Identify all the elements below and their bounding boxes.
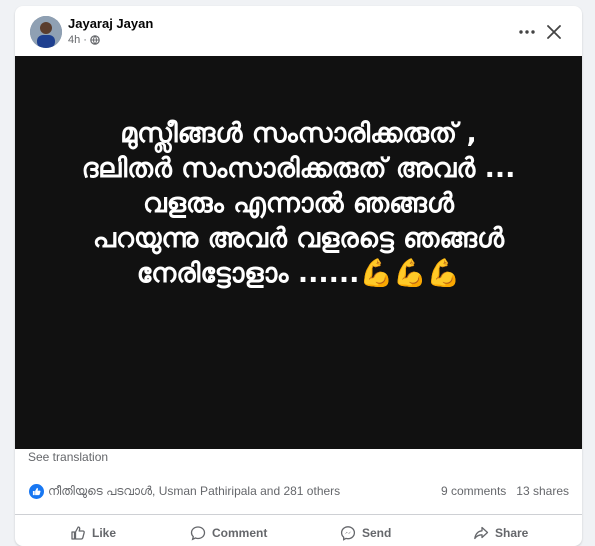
like-button[interactable]: Like bbox=[70, 525, 116, 541]
share-arrow-icon bbox=[474, 526, 489, 540]
close-icon bbox=[547, 25, 561, 39]
reactors-text: നീതിയുടെ പടവാൾ, Usman Pathiripala and 28… bbox=[48, 484, 341, 498]
avatar-photo-icon bbox=[30, 16, 62, 48]
globe-icon[interactable] bbox=[90, 35, 100, 45]
more-options-button[interactable] bbox=[515, 20, 539, 44]
share-label: Share bbox=[495, 526, 529, 540]
post-author[interactable]: Jayaraj Jayan bbox=[68, 16, 153, 31]
avatar[interactable] bbox=[30, 16, 62, 48]
comment-button[interactable]: Comment bbox=[190, 525, 267, 541]
comment-bubble-icon bbox=[190, 526, 206, 541]
post-time[interactable]: 4h bbox=[68, 34, 80, 46]
share-button[interactable]: Share bbox=[473, 525, 528, 541]
see-translation-link[interactable]: See translation bbox=[28, 450, 108, 464]
meta-separator: · bbox=[83, 34, 87, 46]
post-actions-bar: Like Comment Send Share bbox=[15, 514, 582, 545]
post-stats: 9 comments 13 shares bbox=[441, 484, 569, 498]
thumbs-up-icon bbox=[71, 526, 85, 540]
more-dots-icon bbox=[519, 30, 535, 34]
comment-label: Comment bbox=[212, 526, 268, 540]
comments-count[interactable]: 9 comments bbox=[441, 484, 506, 498]
reactions-summary[interactable]: നീതിയുടെ പടവാൾ, Usman Pathiripala and 28… bbox=[29, 484, 340, 499]
like-reaction-icon bbox=[29, 484, 44, 499]
close-button[interactable] bbox=[542, 20, 566, 44]
post-image-text: മുസ്ലീങ്ങൾ സംസാരിക്കരുത് , ദലിതർ സംസാരിക… bbox=[81, 118, 516, 289]
messenger-icon bbox=[340, 526, 356, 541]
post-meta: 4h · bbox=[68, 34, 100, 46]
post-card: Jayaraj Jayan 4h · മുസ്ലീങ്ങൾ സംസാരിക്കര… bbox=[15, 6, 582, 546]
send-button[interactable]: Send bbox=[340, 525, 391, 541]
shares-count[interactable]: 13 shares bbox=[516, 484, 569, 498]
like-label: Like bbox=[92, 526, 117, 540]
send-label: Send bbox=[362, 526, 392, 540]
